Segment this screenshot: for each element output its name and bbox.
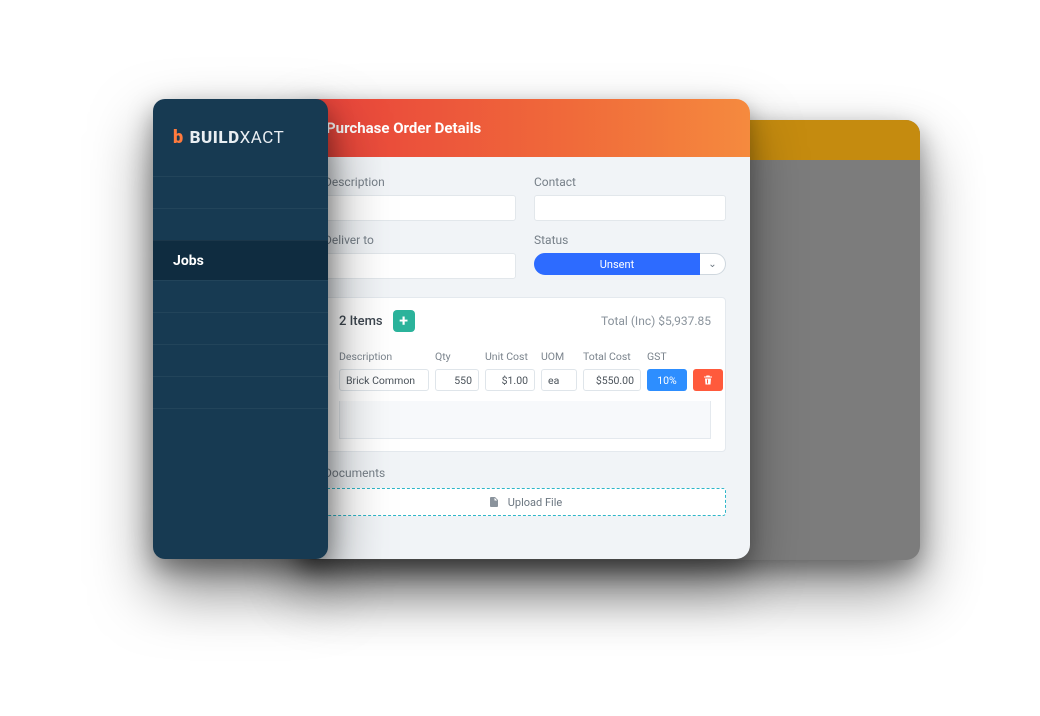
plus-icon: + <box>399 313 408 329</box>
upload-file-label: Upload File <box>508 496 562 509</box>
row-gst-badge[interactable]: 10% <box>647 369 687 391</box>
add-item-button[interactable]: + <box>393 310 415 332</box>
upload-icon <box>488 496 500 508</box>
status-dropdown-toggle[interactable]: ⌄ <box>700 253 726 275</box>
panel-title: Purchase Order Details <box>326 119 481 137</box>
deliver-to-input[interactable] <box>324 253 516 279</box>
brand-text-bold: BUILD <box>190 128 240 148</box>
contact-input[interactable] <box>534 195 726 221</box>
brand-logo: b BUILDXACT <box>153 99 328 170</box>
sidebar-item[interactable] <box>153 344 328 376</box>
deliver-to-label: Deliver to <box>324 233 516 247</box>
sidebar-item[interactable] <box>153 176 328 208</box>
description-input[interactable] <box>324 195 516 221</box>
chevron-down-icon: ⌄ <box>708 259 716 270</box>
brand-mark-icon: b <box>173 127 184 148</box>
row-qty[interactable]: 550 <box>435 369 479 391</box>
sidebar-item-label: Jobs <box>173 253 204 269</box>
items-total: Total (Inc) $5,937.85 <box>601 314 711 328</box>
trash-icon <box>702 374 714 386</box>
sidebar-item-jobs[interactable]: Jobs <box>153 240 328 280</box>
items-empty-row <box>339 401 711 439</box>
col-description: Description <box>339 350 429 363</box>
row-total-cost[interactable]: $550.00 <box>583 369 641 391</box>
sidebar-item[interactable] <box>153 376 328 408</box>
contact-label: Contact <box>534 175 726 189</box>
delete-row-button[interactable] <box>693 369 723 391</box>
items-count: 2 Items <box>339 314 383 329</box>
status-label: Status <box>534 233 726 247</box>
status-pill[interactable]: Unsent <box>534 253 700 275</box>
upload-file-button[interactable]: Upload File <box>324 488 726 516</box>
sidebar-item[interactable] <box>153 208 328 240</box>
items-card: 2 Items + Total (Inc) $5,937.85 Descript… <box>324 297 726 452</box>
col-gst: GST <box>647 350 687 363</box>
row-unit-cost[interactable]: $1.00 <box>485 369 535 391</box>
col-qty: Qty <box>435 350 479 363</box>
brand-text-thin: XACT <box>240 128 285 148</box>
sidebar: b BUILDXACT Jobs <box>153 99 328 559</box>
panel-header: Purchase Order Details <box>300 99 750 157</box>
row-description[interactable]: Brick Common <box>339 369 429 391</box>
col-unit-cost: Unit Cost <box>485 350 535 363</box>
row-uom[interactable]: ea <box>541 369 577 391</box>
description-label: Description <box>324 175 516 189</box>
col-total-cost: Total Cost <box>583 350 641 363</box>
purchase-order-panel: Purchase Order Details Description Conta… <box>300 99 750 559</box>
documents-label: Documents <box>324 466 726 480</box>
sidebar-item[interactable] <box>153 408 328 440</box>
col-uom: UOM <box>541 350 577 363</box>
sidebar-item[interactable] <box>153 312 328 344</box>
sidebar-item[interactable] <box>153 280 328 312</box>
